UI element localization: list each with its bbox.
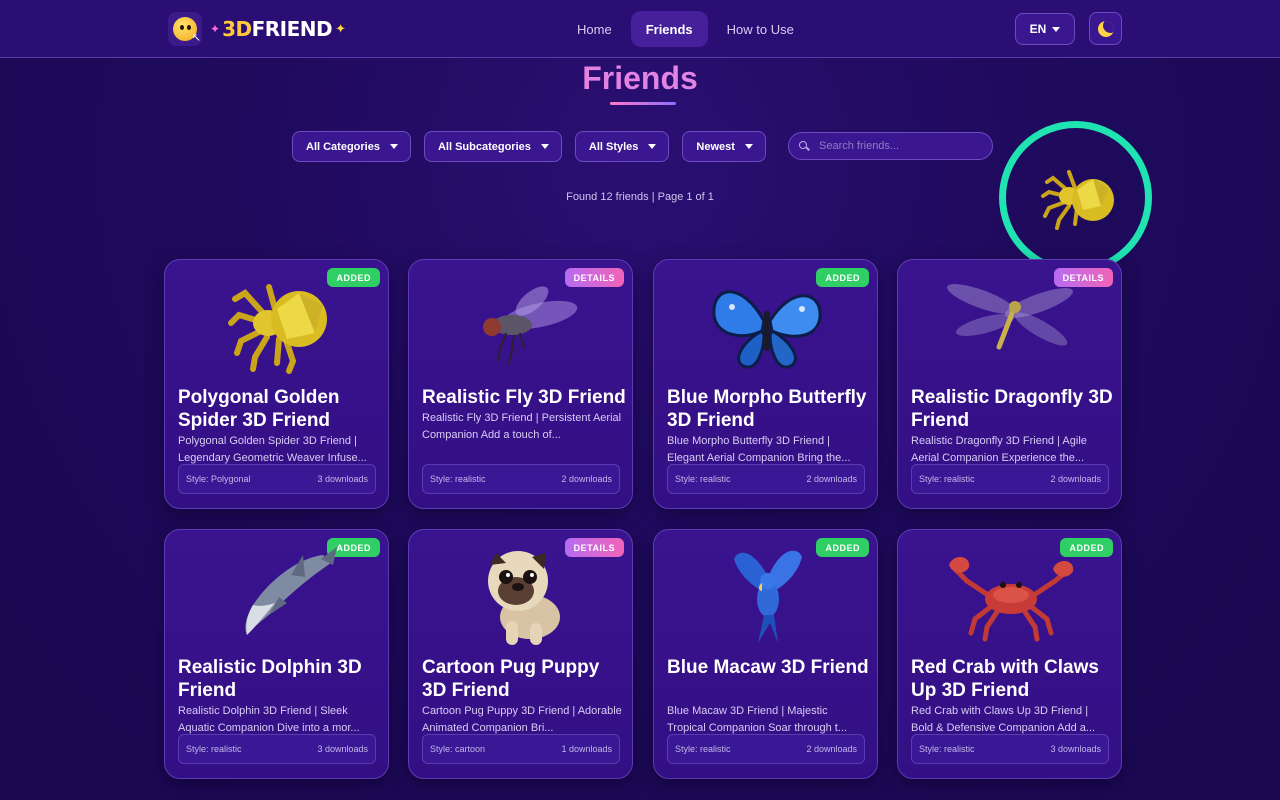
search-icon [799, 141, 809, 151]
card-title: Red Crab with Claws Up 3D Friend [911, 657, 1099, 701]
card-description: Blue Macaw 3D Friend | Majestic Tropical… [667, 705, 847, 734]
theme-toggle-button[interactable] [1089, 12, 1122, 45]
friend-card[interactable]: DETAILS Cartoon Pug Puppy 3D Friend Cart… [408, 529, 633, 779]
friend-card[interactable]: DETAILS Realistic Fly 3D Friend Realisti… [408, 259, 633, 509]
style-filter[interactable]: All Styles [574, 131, 670, 162]
floating-golden-spider-icon[interactable] [1039, 166, 1115, 235]
crab-icon [898, 540, 1123, 650]
golden-spider-icon [165, 270, 390, 380]
card-downloads: 3 downloads [317, 744, 368, 754]
card-title: Realistic Dolphin 3D Friend [178, 657, 362, 701]
card-meta: Style: realistic 3 downloads [178, 734, 376, 764]
friend-card[interactable]: ADDED Red Crab with Claws Up 3D Friend R… [897, 529, 1122, 779]
friend-card[interactable]: ADDED Realistic Dolphin 3D Friend Realis… [164, 529, 389, 779]
friend-card[interactable]: ADDED Blue Morpho Butterfly 3D Friend Bl… [653, 259, 878, 509]
category-filter-label: All Categories [306, 140, 380, 153]
friend-card[interactable]: ADDED Polygonal Golden Spider 3D Friend … [164, 259, 389, 509]
card-title: Polygonal Golden Spider 3D Friend [178, 387, 340, 431]
chevron-down-icon [648, 144, 657, 149]
fly-icon [409, 270, 634, 380]
site-logo[interactable]: ↖ ✦ 3DFRIEND ✦ [168, 12, 346, 46]
card-description: Red Crab with Claws Up 3D Friend | Bold … [911, 705, 1096, 734]
chevron-down-icon [540, 144, 549, 149]
card-meta: Style: Polygonal 3 downloads [178, 464, 376, 494]
card-meta: Style: realistic 2 downloads [667, 464, 865, 494]
card-title: Realistic Fly 3D Friend [422, 387, 626, 408]
subcategory-filter[interactable]: All Subcategories [423, 131, 562, 162]
chevron-down-icon [1052, 26, 1061, 32]
card-downloads: 2 downloads [561, 474, 612, 484]
pug-icon [409, 540, 634, 650]
card-style: Style: realistic [919, 474, 975, 484]
card-title: Blue Macaw 3D Friend [667, 657, 869, 678]
card-style: Style: realistic [919, 744, 975, 754]
sparkle-icon: ✦ [210, 22, 221, 36]
logo-text: 3DFRIEND [222, 17, 333, 41]
title-underline [610, 102, 676, 105]
language-selector[interactable]: EN [1015, 13, 1075, 45]
nav-friends[interactable]: Friends [630, 11, 708, 47]
card-meta: Style: cartoon 1 downloads [422, 734, 620, 764]
subcategory-filter-label: All Subcategories [437, 140, 531, 153]
card-style: Style: Polygonal [186, 474, 251, 484]
chevron-down-icon [389, 144, 398, 149]
card-downloads: 2 downloads [806, 474, 857, 484]
card-meta: Style: realistic 2 downloads [911, 464, 1109, 494]
macaw-icon [654, 540, 879, 650]
card-description: Polygonal Golden Spider 3D Friend | Lege… [178, 435, 367, 464]
card-style: Style: realistic [430, 474, 486, 484]
style-filter-label: All Styles [588, 140, 639, 153]
card-description: Cartoon Pug Puppy 3D Friend | Adorable A… [422, 705, 622, 734]
card-title: Realistic Dragonfly 3D Friend [911, 387, 1113, 431]
card-downloads: 1 downloads [561, 744, 612, 754]
category-filter[interactable]: All Categories [292, 131, 411, 162]
search-box[interactable] [788, 132, 993, 160]
butterfly-icon [654, 270, 879, 380]
card-description: Realistic Dolphin 3D Friend | Sleek Aqua… [178, 705, 360, 734]
card-meta: Style: realistic 2 downloads [667, 734, 865, 764]
card-downloads: 2 downloads [1050, 474, 1101, 484]
card-description: Blue Morpho Butterfly 3D Friend | Elegan… [667, 435, 851, 464]
dragonfly-icon [898, 270, 1123, 380]
card-title: Blue Morpho Butterfly 3D Friend [667, 387, 867, 431]
card-style: Style: realistic [186, 744, 242, 754]
sort-filter-label: Newest [696, 140, 735, 153]
dolphin-icon [165, 540, 390, 650]
language-label: EN [1029, 22, 1047, 36]
card-downloads: 3 downloads [317, 474, 368, 484]
card-title: Cartoon Pug Puppy 3D Friend [422, 657, 600, 701]
top-navbar: ↖ ✦ 3DFRIEND ✦ Home Friends How to Use E… [0, 0, 1280, 58]
nav-how-to-use[interactable]: How to Use [712, 11, 809, 47]
filter-bar: All Categories All Subcategories All Sty… [292, 131, 766, 162]
sort-filter[interactable]: Newest [682, 131, 766, 162]
card-style: Style: realistic [675, 474, 731, 484]
nav-home[interactable]: Home [562, 11, 627, 47]
card-style: Style: realistic [675, 744, 731, 754]
card-description: Realistic Fly 3D Friend | Persistent Aer… [422, 412, 622, 441]
chevron-down-icon [744, 144, 753, 149]
logo-avatar-icon: ↖ [168, 12, 202, 46]
card-meta: Style: realistic 3 downloads [911, 734, 1109, 764]
star-icon: ✦ [335, 21, 347, 36]
card-downloads: 2 downloads [806, 744, 857, 754]
search-input[interactable] [819, 140, 989, 152]
main-nav: Home Friends How to Use [562, 11, 809, 47]
friend-card[interactable]: DETAILS Realistic Dragonfly 3D Friend Re… [897, 259, 1122, 509]
card-style: Style: cartoon [430, 744, 486, 754]
page-title: Friends [0, 60, 1280, 97]
moon-icon [1097, 20, 1114, 37]
card-meta: Style: realistic 2 downloads [422, 464, 620, 494]
card-description: Realistic Dragonfly 3D Friend | Agile Ae… [911, 435, 1087, 464]
friend-card[interactable]: ADDED Blue Macaw 3D Friend Blue Macaw 3D… [653, 529, 878, 779]
card-downloads: 3 downloads [1050, 744, 1101, 754]
